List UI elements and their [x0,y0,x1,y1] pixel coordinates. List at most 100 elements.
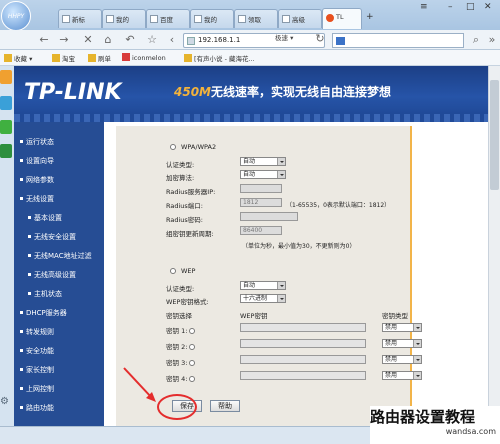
watermark: 路由器设置教程 wandsa.com [370,406,500,444]
tab-active[interactable]: TL [322,8,362,29]
settings-icon[interactable]: ⚙ [0,396,12,410]
home-icon[interactable]: ⌂ [100,32,116,48]
menu-item-wireless[interactable]: 无线设置 [20,194,54,204]
minimize-button[interactable]: – [448,2,453,12]
page-scrollbar[interactable] [488,66,500,426]
browser-logo[interactable]: HHPY [1,1,31,31]
menu-label: 上网控制 [26,385,54,393]
menu-icon[interactable]: ≡ [420,2,428,12]
address-bar[interactable]: 192.168.1.1 [183,33,325,48]
menu-item-parental[interactable]: 家长控制 [20,365,54,375]
wep-key-1-input[interactable] [240,323,366,332]
menu-item-host-status[interactable]: 主机状态 [28,289,62,299]
wep-key-1-type[interactable]: 禁用 [382,323,422,332]
fav-item-shuadan[interactable]: 刷单 [88,53,111,63]
more-icon[interactable]: » [484,32,500,48]
fav-item-taobao[interactable]: 淘宝 [52,53,75,63]
menu-item-mac-filter[interactable]: 无线MAC地址过滤 [28,251,92,261]
menu-item-wireless-advanced[interactable]: 无线高级设置 [28,270,76,280]
wep-key-2-label[interactable]: 密钥 2: [166,341,200,351]
sidebar-icon[interactable] [0,70,12,84]
wep-key-4-type[interactable]: 禁用 [382,371,422,380]
forward-icon[interactable]: → [56,32,72,48]
back-history-icon[interactable]: ‹ [164,32,180,48]
field-value: 1812 [243,199,259,206]
menu-label: 无线高级设置 [34,271,76,279]
menu-item-basic[interactable]: 基本设置 [28,213,62,223]
wep-radio-row[interactable]: WEP [170,267,195,275]
select-value: 禁用 [385,356,398,363]
address-text: 192.168.1.1 [198,36,241,44]
scrollbar-thumb[interactable] [490,80,499,190]
wpa-radio-row[interactable]: WPA/WPA2 [170,143,216,151]
watermark-url: wandsa.com [445,427,496,436]
key-3-radio[interactable] [189,360,196,366]
menu-item-access-control[interactable]: 上网控制 [20,384,54,394]
search-icon[interactable]: ⌕ [468,32,484,48]
undo-icon[interactable]: ↶ [122,32,138,48]
wpa-enc-select[interactable]: 自动 [240,170,286,179]
wep-key-2-input[interactable] [240,339,366,348]
close-button[interactable]: ✕ [484,2,492,12]
search-input[interactable] [332,33,464,48]
back-icon[interactable]: ← [36,32,52,48]
star-icon[interactable]: ☆ [144,32,160,48]
speed-mode[interactable]: 极速 ▾ [275,32,293,42]
menu-label: 转发规则 [26,328,54,336]
tab-3[interactable]: 百度 [146,9,190,28]
wep-key-4-label[interactable]: 密钥 4: [166,373,200,383]
menu-item-forwarding[interactable]: 转发规则 [20,327,54,337]
sidebar-icon[interactable] [0,120,12,134]
fav-item-iconmelon[interactable]: iconmelon [122,53,166,62]
menu-label: 安全功能 [26,347,54,355]
menu-item-routing[interactable]: 路由功能 [20,403,54,413]
tab-4[interactable]: 我的 [190,9,234,28]
tab-5[interactable]: 领取 [234,9,278,28]
wpa-auth-select[interactable]: 自动 [240,157,286,166]
chevron-down-icon [413,372,421,379]
key-1-radio[interactable] [189,328,196,334]
page-icon [238,15,246,23]
maximize-button[interactable]: □ [466,2,475,12]
fav-item-audiobook[interactable]: [有声小说 - 藏海花... [184,53,255,63]
tab-1[interactable]: 新标 [58,9,102,28]
group-key-field[interactable]: 86400 [240,226,282,235]
wep-key-3-type[interactable]: 禁用 [382,355,422,364]
menu-item-wizard[interactable]: 设置向导 [20,156,54,166]
tab-2[interactable]: 我的 [102,9,146,28]
close-icon[interactable]: ✕ [80,32,96,48]
sidebar-icon[interactable] [0,144,12,158]
menu-item-security[interactable]: 安全功能 [20,346,54,356]
menu-item-status[interactable]: 运行状态 [20,137,54,147]
router-content: WPA/WPA2 认证类型: 自动 加密算法: 自动 Radius服务器IP: … [106,122,488,426]
menu-item-dhcp[interactable]: DHCP服务器 [20,308,67,318]
banner-slogan: 450M无线速率，实现无线自由连接梦想 [174,83,391,100]
favorites-button[interactable]: 收藏 ▾ [4,53,32,63]
wep-key-4-input[interactable] [240,371,366,380]
help-button[interactable]: 帮助 [210,400,240,412]
wep-key-2-type[interactable]: 禁用 [382,339,422,348]
wep-radio[interactable] [170,268,176,274]
new-tab-button[interactable]: + [366,12,374,22]
menu-item-wireless-security[interactable]: 无线安全设置 [28,232,76,242]
key-4-radio[interactable] [189,376,196,382]
radius-port-field[interactable]: 1812 [240,198,282,207]
wep-auth-select[interactable]: 自动 [240,281,286,290]
page-icon [150,15,158,23]
search-engine-icon [336,37,345,45]
folder-icon [88,54,96,62]
radius-ip-field[interactable] [240,184,282,193]
wep-format-select[interactable]: 十六进制 [240,294,286,303]
sidebar-icon[interactable] [0,96,12,110]
menu-item-network[interactable]: 网络参数 [20,175,54,185]
key-2-radio[interactable] [189,344,196,350]
wpa-radio[interactable] [170,144,176,150]
wpa-enc-label: 加密算法: [166,174,195,182]
reload-icon[interactable]: ↻ [312,31,328,47]
wep-key-1-label[interactable]: 密钥 1: [166,325,200,335]
wep-key-3-input[interactable] [240,355,366,364]
radius-password-field[interactable] [240,212,298,221]
wep-key-3-label[interactable]: 密钥 3: [166,357,200,367]
tab-6[interactable]: 高级 [278,9,322,28]
wep-auth-label: 认证类型: [166,285,195,293]
